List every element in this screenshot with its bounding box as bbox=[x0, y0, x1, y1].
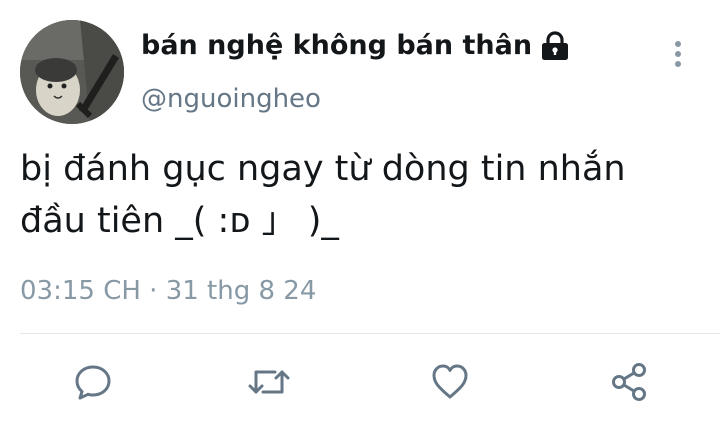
lock-icon bbox=[540, 30, 570, 61]
avatar[interactable] bbox=[20, 20, 124, 124]
reply-button[interactable] bbox=[71, 360, 115, 404]
share-icon bbox=[612, 363, 646, 401]
display-name[interactable]: bán nghệ không bán thân bbox=[141, 30, 570, 61]
tweet-text-line: đầu tiên _( :ᴅ 」 )_ bbox=[20, 201, 339, 241]
vertical-dots-icon bbox=[675, 41, 681, 67]
tweet-timestamp[interactable]: 03:15 CH · 31 thg 8 24 bbox=[20, 276, 316, 306]
share-button[interactable] bbox=[607, 360, 651, 404]
heart-icon bbox=[432, 364, 468, 399]
retweet-button[interactable] bbox=[247, 360, 291, 404]
avatar-photo bbox=[20, 20, 124, 124]
more-options-button[interactable] bbox=[660, 36, 696, 72]
speech-bubble-icon bbox=[75, 365, 111, 400]
like-button[interactable] bbox=[428, 360, 472, 404]
tweet-text: bị đánh gục ngay từ dòng tin nhắn đầu ti… bbox=[20, 143, 700, 247]
divider bbox=[20, 333, 720, 334]
user-handle[interactable]: @nguoingheo bbox=[141, 84, 321, 114]
display-name-text: bán nghệ không bán thân bbox=[141, 30, 533, 61]
tweet-text-line: bị đánh gục ngay từ dòng tin nhắn bbox=[20, 149, 626, 189]
retweet-icon bbox=[248, 370, 290, 394]
